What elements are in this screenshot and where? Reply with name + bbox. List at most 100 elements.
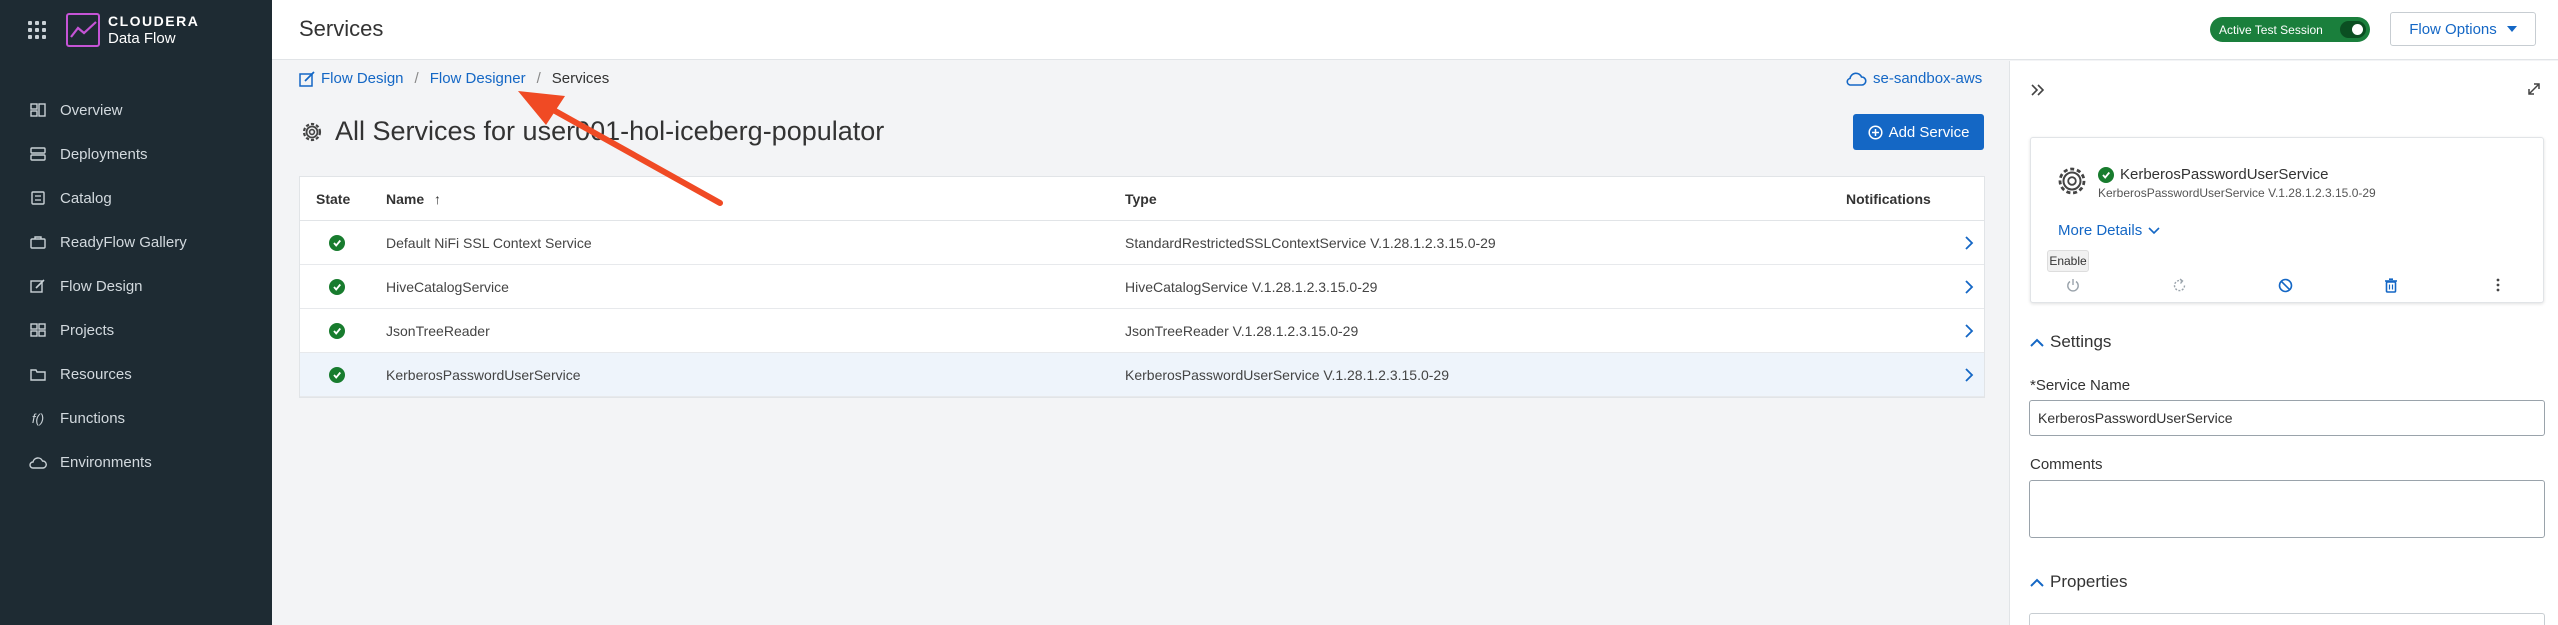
power-icon[interactable] [2062,274,2084,296]
brand-product: Data Flow [108,30,176,47]
sidebar-nav: Overview Deployments Catalog ReadyFlow G… [0,88,272,484]
sidebar: CLOUDERA Data Flow Overview Deployments … [0,0,272,625]
properties-title: Properties [2050,572,2128,591]
chevron-right-icon[interactable] [1964,367,1974,386]
check-circle-icon [329,278,345,295]
cloud-icon [1845,72,1867,86]
breadcrumb: Flow Design / Flow Designer / Services [299,70,609,87]
check-circle-icon [329,366,345,383]
sidebar-item-label: Projects [60,321,115,339]
sidebar-item-label: Functions [60,409,126,427]
expand-icon[interactable] [2526,81,2542,102]
disable-icon[interactable] [2274,274,2296,296]
restart-icon[interactable] [2168,274,2190,296]
services-table: State Name ↑ Type Notifications Default … [299,176,1985,398]
sidebar-item-flow-design[interactable]: Flow Design [0,264,272,308]
sidebar-item-label: Overview [60,101,123,119]
service-name-heading: KerberosPasswordUserService [2120,166,2329,183]
sidebar-item-resources[interactable]: Resources [0,352,272,396]
overview-icon [28,102,48,118]
settings-section-toggle[interactable]: Settings [2030,332,2111,352]
deployments-icon [28,146,48,162]
flow-options-button[interactable]: Flow Options [2390,12,2536,46]
environment-name: se-sandbox-aws [1873,70,1983,87]
session-label: Active Test Session [2219,22,2323,37]
service-name-input[interactable]: KerberosPasswordUserService [2029,400,2545,436]
comments-label: Comments [2030,456,2103,473]
more-details-label: More Details [2058,222,2143,239]
chevron-up-icon [2030,338,2044,347]
sidebar-item-label: Environments [60,453,152,471]
column-name-label: Name [386,190,425,207]
more-details-link[interactable]: More Details [2058,222,2160,239]
sidebar-item-label: Catalog [60,189,112,207]
service-name-cell: HiveCatalogService [386,278,509,295]
more-vertical-icon[interactable] [2487,274,2509,296]
breadcrumb-separator: / [536,70,541,87]
check-circle-icon [329,322,345,339]
service-type-cell: KerberosPasswordUserService V.1.28.1.2.3… [1125,366,1449,383]
breadcrumb-separator: / [414,70,419,87]
caret-down-icon [2506,26,2517,32]
check-circle-icon [329,234,345,251]
collapse-panel-icon[interactable] [2030,83,2046,102]
brand: CLOUDERA Data Flow [28,10,199,50]
sidebar-item-label: ReadyFlow Gallery [60,233,187,251]
breadcrumb-services: Services [551,70,610,87]
table-row[interactable]: HiveCatalogService HiveCatalogService V.… [300,265,1984,309]
chevron-right-icon[interactable] [1964,235,1974,254]
table-row[interactable]: JsonTreeReader JsonTreeReader V.1.28.1.2… [300,309,1984,353]
services-title-text: All Services for user001-hol-iceberg-pop… [335,116,885,146]
chevron-down-icon [2148,226,2160,235]
breadcrumb-flow-designer[interactable]: Flow Designer [430,70,526,87]
properties-section-toggle[interactable]: Properties [2030,572,2127,592]
app-switcher-icon[interactable] [28,21,46,39]
sidebar-item-deployments[interactable]: Deployments [0,132,272,176]
sidebar-item-label: Flow Design [60,277,143,295]
gear-icon [299,119,325,145]
settings-title: Settings [2050,332,2112,351]
comments-textarea[interactable] [2029,480,2545,538]
active-test-session-toggle[interactable]: Active Test Session [2210,17,2370,42]
sidebar-item-catalog[interactable]: Catalog [0,176,272,220]
check-circle-icon [2098,166,2114,183]
chevron-right-icon[interactable] [1964,279,1974,298]
sidebar-item-overview[interactable]: Overview [0,88,272,132]
service-type-cell: HiveCatalogService V.1.28.1.2.3.15.0-29 [1125,278,1378,295]
flow-design-icon [28,278,48,294]
chevron-up-icon [2030,578,2044,587]
column-header-state[interactable]: State [300,191,386,207]
add-service-button[interactable]: Add Service [1853,114,1984,150]
flow-design-edit-icon [299,70,315,87]
environment-link[interactable]: se-sandbox-aws [1845,70,1982,87]
gear-icon [2055,164,2089,203]
column-header-name[interactable]: Name ↑ [386,191,1125,207]
properties-table-edge [2029,613,2545,625]
sidebar-item-readyflow-gallery[interactable]: ReadyFlow Gallery [0,220,272,264]
plus-circle-icon [1868,124,1883,140]
toggle-switch-icon [2340,21,2366,38]
resources-icon [28,366,48,382]
services-list-title: All Services for user001-hol-iceberg-pop… [299,116,884,147]
sort-arrow-icon: ↑ [434,190,442,207]
table-header: State Name ↑ Type Notifications [300,177,1984,221]
column-header-notifications[interactable]: Notifications [1846,191,1984,207]
service-name-cell: KerberosPasswordUserService [386,366,581,383]
catalog-icon [28,190,48,206]
readyflow-gallery-icon [28,234,48,250]
service-summary-card: KerberosPasswordUserService KerberosPass… [2030,137,2544,303]
service-name-cell: Default NiFi SSL Context Service [386,234,592,251]
chevron-right-icon[interactable] [1964,323,1974,342]
table-row-selected[interactable]: KerberosPasswordUserService KerberosPass… [300,353,1984,397]
service-name-cell: JsonTreeReader [386,322,490,339]
sidebar-item-environments[interactable]: Environments [0,440,272,484]
table-row[interactable]: Default NiFi SSL Context Service Standar… [300,221,1984,265]
breadcrumb-flow-design[interactable]: Flow Design [321,70,404,87]
enable-tooltip: Enable [2047,250,2089,272]
service-details-panel: KerberosPasswordUserService KerberosPass… [2009,61,2558,625]
trash-icon[interactable] [2380,274,2402,296]
service-type-cell: JsonTreeReader V.1.28.1.2.3.15.0-29 [1125,322,1359,339]
column-header-type[interactable]: Type [1125,191,1846,207]
sidebar-item-projects[interactable]: Projects [0,308,272,352]
sidebar-item-functions[interactable]: f() Functions [0,396,272,440]
